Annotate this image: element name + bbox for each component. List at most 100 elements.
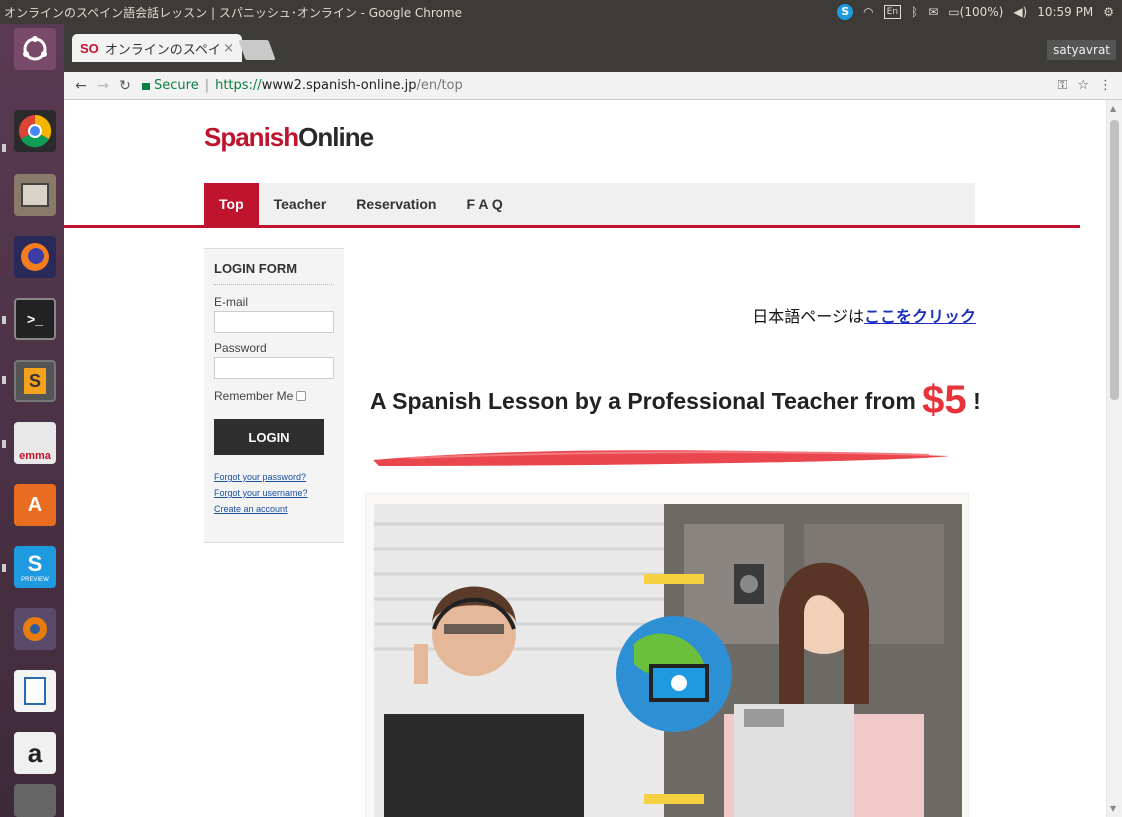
login-form: LOGIN FORM E-mail Password Remember Me L…: [204, 248, 344, 543]
headline-text: A Spanish Lesson by a Professional Teach…: [370, 388, 916, 414]
firefox-icon[interactable]: [14, 236, 56, 278]
window-title: オンラインのスペイン語会話レッスン | スパニッシュ･オンライン - Googl…: [4, 5, 462, 20]
battery-indicator[interactable]: ▭(100%): [948, 5, 1003, 19]
url-host: www2.spanish-online.jp: [261, 78, 417, 93]
files-icon[interactable]: [14, 174, 56, 216]
japanese-page-notice: 日本語ページはここをクリック: [752, 303, 976, 327]
browser-toolbar: ← → ↻ Secure | https://www2.spanish-onli…: [64, 72, 1122, 100]
ubuntu-launcher: >_ S emma A S PREVIEW a: [0, 24, 64, 817]
key-icon[interactable]: ⚿: [1057, 78, 1067, 93]
scroll-up-icon[interactable]: ▲: [1110, 104, 1116, 113]
remember-me-checkbox[interactable]: [296, 391, 307, 401]
running-indicator: [2, 376, 6, 384]
trash-icon[interactable]: [14, 784, 56, 817]
running-indicator: [2, 144, 6, 152]
email-field[interactable]: [214, 311, 334, 333]
create-account-link[interactable]: Create an account: [214, 501, 334, 517]
secure-label: Secure: [154, 78, 199, 93]
address-bar[interactable]: Secure | https://www2.spanish-online.jp /…: [142, 74, 1057, 98]
toolbar-actions: ⚿ ☆ ⋮: [1057, 78, 1122, 93]
login-form-title: LOGIN FORM: [214, 261, 334, 285]
headline-price: $5: [922, 378, 967, 422]
lock-icon: [142, 83, 150, 90]
nav-divider: [64, 225, 1080, 228]
login-button[interactable]: LOGIN: [214, 419, 324, 455]
document-icon: [24, 677, 46, 705]
keyboard-layout-indicator[interactable]: En: [883, 5, 902, 19]
amazon-icon[interactable]: a: [14, 732, 56, 774]
battery-percent: (100%): [959, 5, 1004, 19]
remember-me-label: Remember Me: [214, 389, 294, 403]
page-scrollbar[interactable]: ▲ ▼: [1106, 100, 1122, 817]
bookmark-star-icon[interactable]: ☆: [1077, 78, 1089, 93]
reload-icon[interactable]: ↻: [114, 78, 136, 94]
main-nav: Top Teacher Reservation F A Q: [204, 183, 975, 225]
japanese-page-link[interactable]: ここをクリック: [864, 307, 976, 326]
japanese-page-prefix: 日本語ページは: [752, 307, 864, 326]
software-center-icon[interactable]: A: [14, 484, 56, 526]
running-indicator: [2, 564, 6, 572]
logo-part-online: Online: [298, 122, 374, 152]
running-indicator: [2, 440, 6, 448]
email-label: E-mail: [214, 295, 249, 309]
skype-preview-icon[interactable]: S PREVIEW: [14, 546, 56, 588]
browser-tab-strip: SO オンラインのスペイ × satyavrat: [64, 24, 1122, 72]
menu-dots-icon[interactable]: ⋮: [1099, 78, 1112, 93]
preview-badge: PREVIEW: [21, 577, 49, 583]
site-favicon-icon: SO: [80, 40, 99, 56]
profile-button[interactable]: satyavrat: [1047, 40, 1116, 60]
nav-reservation[interactable]: Reservation: [341, 183, 451, 225]
url-path: /en/top: [416, 78, 463, 93]
running-indicator: [2, 316, 6, 324]
battery-icon: ▭: [948, 5, 960, 19]
wifi-icon[interactable]: ◠: [863, 5, 873, 19]
file-cabinet-icon: [21, 183, 49, 207]
nav-faq[interactable]: F A Q: [451, 183, 517, 225]
login-links: Forgot your password? Forgot your userna…: [214, 469, 334, 517]
blender-logo-icon: [23, 617, 47, 641]
terminal-icon[interactable]: >_: [14, 298, 56, 340]
back-arrow-icon[interactable]: ←: [70, 78, 92, 94]
promo-headline: A Spanish Lesson by a Professional Teach…: [370, 378, 981, 423]
system-top-panel: オンラインのスペイン語会話レッスン | スパニッシュ･オンライン - Googl…: [0, 0, 1122, 24]
tab-title: オンラインのスペイ: [104, 42, 221, 58]
ubuntu-logo-icon: [23, 36, 47, 61]
web-page: SpanishOnline Top Teacher Reservation F …: [64, 100, 1080, 817]
hero-banner: [365, 493, 969, 817]
chrome-logo-icon: [19, 114, 52, 148]
system-indicators: S ◠ En ᛒ ✉ ▭(100%) ◀) 10:59 PM ⚙: [837, 4, 1122, 20]
libreoffice-writer-icon[interactable]: [14, 670, 56, 712]
nav-top[interactable]: Top: [204, 183, 259, 225]
site-logo[interactable]: SpanishOnline: [204, 122, 374, 153]
ubuntu-dash-icon[interactable]: [14, 28, 56, 70]
scroll-down-icon[interactable]: ▼: [1110, 804, 1116, 813]
new-tab-button[interactable]: [238, 40, 276, 60]
sublime-text-icon[interactable]: S: [14, 360, 56, 402]
password-label: Password: [214, 341, 267, 355]
hero-image: [374, 504, 962, 817]
chrome-icon[interactable]: [14, 110, 56, 152]
remember-me: Remember Me: [214, 389, 334, 403]
tab-close-icon[interactable]: ×: [223, 41, 234, 56]
forgot-username-link[interactable]: Forgot your username?: [214, 485, 334, 501]
mysql-label: emma: [19, 450, 51, 462]
firefox-logo-icon: [21, 243, 49, 271]
password-field[interactable]: [214, 357, 334, 379]
skype-tray-icon[interactable]: S: [837, 4, 854, 20]
scrollbar-thumb[interactable]: [1110, 120, 1119, 400]
clock[interactable]: 10:59 PM: [1037, 5, 1093, 19]
nav-teacher[interactable]: Teacher: [259, 183, 342, 225]
mail-icon[interactable]: ✉: [928, 5, 938, 19]
mysql-workbench-icon[interactable]: emma: [14, 422, 56, 464]
settings-gear-icon[interactable]: ⚙: [1103, 5, 1114, 19]
blender-icon[interactable]: [14, 608, 56, 650]
forgot-password-link[interactable]: Forgot your password?: [214, 469, 334, 485]
bluetooth-icon[interactable]: ᛒ: [911, 5, 918, 19]
volume-icon[interactable]: ◀): [1013, 5, 1027, 19]
url-scheme: https://: [215, 78, 262, 93]
sublime-logo-icon: S: [24, 368, 46, 394]
forward-arrow-icon[interactable]: →: [92, 78, 114, 94]
browser-tab[interactable]: SO オンラインのスペイ ×: [72, 34, 242, 62]
secure-indicator[interactable]: Secure: [142, 78, 199, 93]
logo-part-spanish: Spanish: [204, 122, 299, 152]
